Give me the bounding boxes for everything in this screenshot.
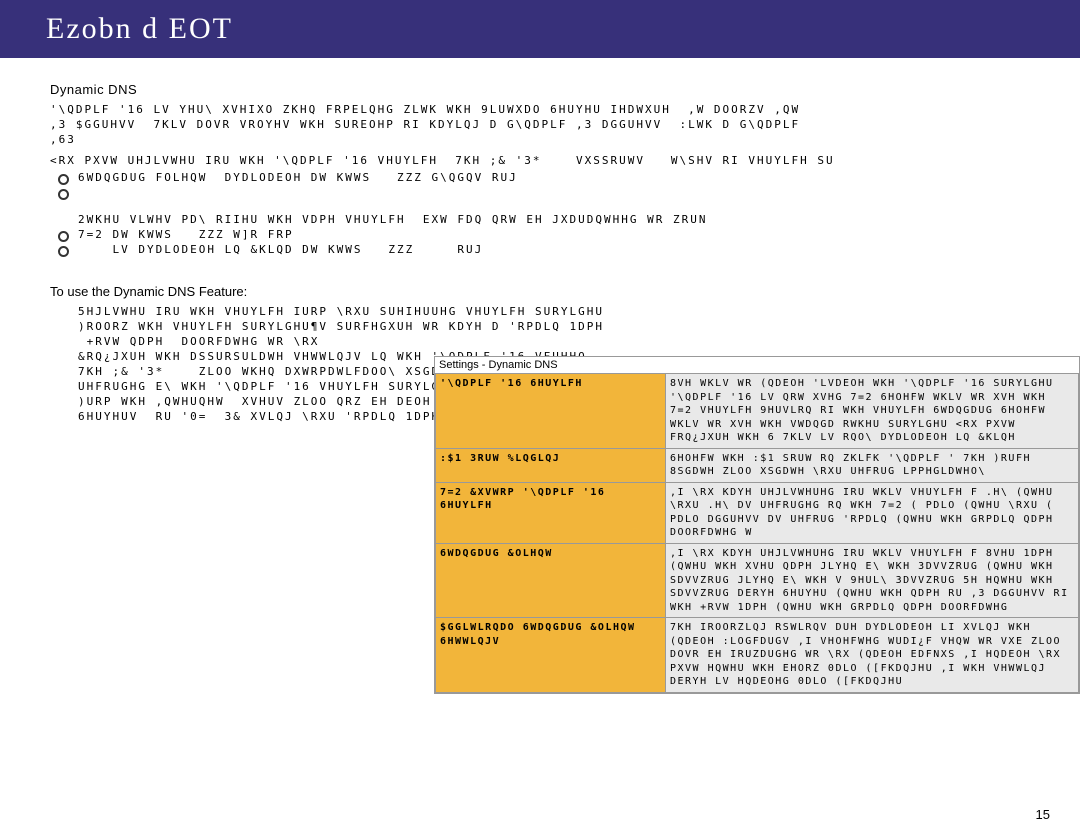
intro-line-1: '\QDPLF '16 LV YHU\ XVHIXO ZKHQ FRPELQHG… [50,103,1040,116]
step-line: +RVW QDPH DOORFDWHG WR \RX [78,335,1040,348]
cell-key: 7=2 &XVWRP '\QDPLF '16 6HUYLFH [436,482,666,543]
cell-val: 8VH WKLV WR (QDEOH 'LVDEOH WKH '\QDPLF '… [666,374,1079,449]
subheading: To use the Dynamic DNS Feature: [50,284,1040,299]
intro-line-2: ,3 $GGUHVV 7KLV DOVR VROYHV WKH SUREOHP … [50,118,1040,131]
cell-key: :$1 3RUW %LQGLQJ [436,448,666,482]
table-row: :$1 3RUW %LQGLQJ 6HOHFW WKH :$1 SRUW RQ … [436,448,1079,482]
intro-block: '\QDPLF '16 LV YHU\ XVHIXO ZKHQ FRPELQHG… [50,103,1040,146]
bullet-list: 6WDQGDUG FOLHQW DYDLODEOH DW KWWS ZZZ G\… [78,171,1040,256]
settings-table: Settings - Dynamic DNS '\QDPLF '16 6HUYL… [434,356,1080,694]
cell-val: 6HOHFW WKH :$1 SRUW RQ ZKLFK '\QDPLF ' 7… [666,448,1079,482]
bullet-item: x [78,186,1040,225]
cell-val: 7KH IROORZLQJ RSWLRQV DUH DYDLODEOH LI X… [666,618,1079,693]
note-line: <RX PXVW UHJLVWHU IRU WKH '\QDPLF '16 VH… [50,154,1040,167]
note-block: <RX PXVW UHJLVWHU IRU WKH '\QDPLF '16 VH… [50,154,1040,167]
table-row: '\QDPLF '16 6HUYLFH 8VH WKLV WR (QDEOH '… [436,374,1079,449]
header-title: Ezobn d EOT [46,12,233,45]
section-title: Dynamic DNS [50,82,1040,97]
table-row: 7=2 &XVWRP '\QDPLF '16 6HUYLFH ,I \RX KD… [436,482,1079,543]
step-line: 5HJLVWHU IRU WKH VHUYLFH IURP \RXU SUHIH… [78,305,1040,318]
cell-val: ,I \RX KDYH UHJLVWHUHG IRU WKLV VHUYLFH … [666,543,1079,618]
content: Dynamic DNS '\QDPLF '16 LV YHU\ XVHIXO Z… [0,58,1080,423]
cell-key: '\QDPLF '16 6HUYLFH [436,374,666,449]
cell-key: 6WDQGDUG &OLHQW [436,543,666,618]
table-row: $GGLWLRQDO 6WDQGDUG &OLHQW 6HWWLQJV 7KH … [436,618,1079,693]
intro-line-3: ,63 [50,133,1040,146]
page-number: 15 [1036,807,1050,822]
cell-key: $GGLWLRQDO 6WDQGDUG &OLHQW 6HWWLQJV [436,618,666,693]
table-row: 6WDQGDUG &OLHQW ,I \RX KDYH UHJLVWHUHG I… [436,543,1079,618]
step-line: )ROORZ WKH VHUYLFH SURYLGHU¶V SURFHGXUH … [78,320,1040,333]
bullet-item: 6WDQGDUG FOLHQW DYDLODEOH DW KWWS ZZZ G\… [78,171,1040,184]
header-bar: Ezobn d EOT [0,0,1080,58]
table-caption: Settings - Dynamic DNS [435,357,1079,373]
cell-val: ,I \RX KDYH UHJLVWHUHG IRU WKLV VHUYLFH … [666,482,1079,543]
bullet-item: 7=2 DW KWWS ZZZ W]R FRP [78,228,1040,241]
table: '\QDPLF '16 6HUYLFH 8VH WKLV WR (QDEOH '… [435,373,1079,693]
bullet-item: LV DYDLODEOH LQ &KLQD DW KWWS ZZZ RUJ [78,243,1040,256]
